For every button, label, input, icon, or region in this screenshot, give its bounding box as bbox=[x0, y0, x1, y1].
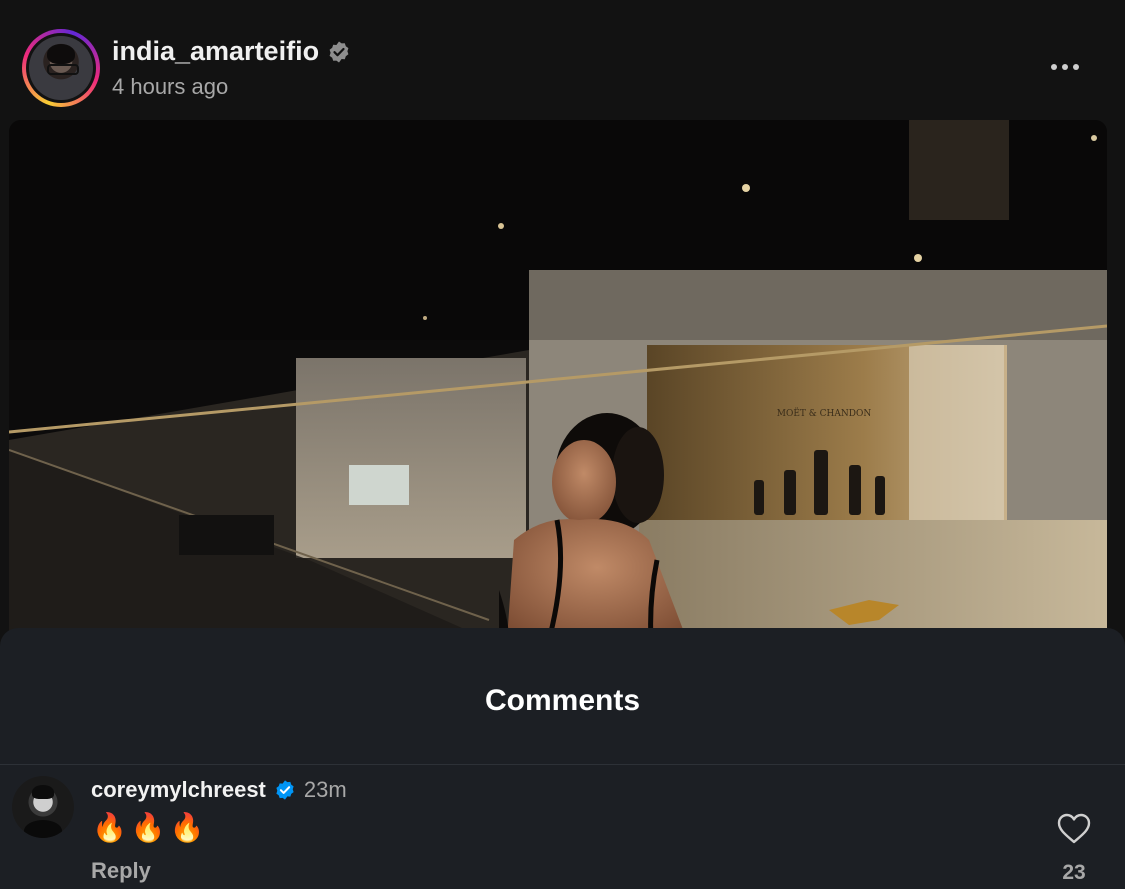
poster-avatar-photo bbox=[29, 36, 93, 100]
post-timestamp: 4 hours ago bbox=[112, 74, 229, 99]
comment-time: 23m bbox=[303, 777, 347, 802]
poster-username[interactable]: india_amarteifio bbox=[112, 36, 319, 67]
poster-username-row: india_amarteifio bbox=[112, 36, 351, 67]
post-header: india_amarteifio 4 hours ago bbox=[0, 0, 1125, 120]
reply-button[interactable]: Reply bbox=[91, 858, 151, 884]
verified-badge-icon bbox=[329, 41, 349, 62]
comments-sheet: Comments coreymylchreest 23m 🔥🔥🔥 Reply 2… bbox=[0, 628, 1125, 889]
alcove-sign-text: MOËT & CHANDON bbox=[777, 407, 872, 419]
comment-header: coreymylchreest 23m bbox=[91, 777, 347, 803]
verified-badge-icon bbox=[276, 780, 294, 800]
more-options-button[interactable] bbox=[1040, 52, 1090, 82]
comments-divider bbox=[0, 764, 1125, 765]
comment-text: 🔥🔥🔥 bbox=[92, 812, 209, 843]
post-photo-scene: MOËT & CHANDON bbox=[9, 120, 1107, 640]
commenter-avatar[interactable] bbox=[12, 776, 74, 838]
post-photo[interactable]: MOËT & CHANDON bbox=[9, 120, 1107, 640]
commenter-username[interactable]: coreymylchreest bbox=[91, 777, 266, 803]
comments-title: Comments bbox=[484, 684, 641, 717]
heart-outline-icon[interactable] bbox=[1057, 813, 1091, 845]
like-count: 23 bbox=[1062, 861, 1086, 884]
more-horizontal-icon bbox=[1051, 64, 1057, 70]
poster-avatar[interactable] bbox=[22, 29, 100, 107]
